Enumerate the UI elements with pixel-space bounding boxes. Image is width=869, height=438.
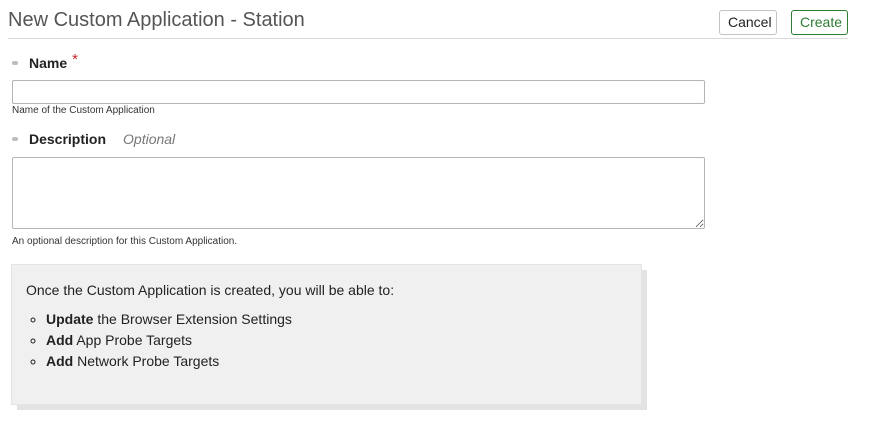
description-help-text: An optional description for this Custom … [12, 236, 238, 247]
info-intro: Once the Custom Application is created, … [26, 282, 395, 298]
collapse-dash-icon [12, 60, 18, 65]
create-button[interactable]: Create [791, 10, 848, 35]
description-textarea[interactable] [12, 157, 705, 229]
header-divider [8, 38, 848, 39]
page-title: New Custom Application - Station [8, 9, 305, 31]
cancel-button[interactable]: Cancel [719, 10, 777, 35]
info-list: Update the Browser Extension Settings Ad… [26, 311, 627, 369]
list-item-text: the Browser Extension Settings [93, 311, 292, 327]
list-item: Update the Browser Extension Settings [46, 311, 627, 327]
collapse-dash-icon [12, 137, 18, 141]
list-item: Add Network Probe Targets [46, 353, 627, 369]
list-item-action: Update [46, 311, 94, 327]
name-help-text: Name of the Custom Application [12, 105, 155, 116]
list-item: Add App Probe Targets [46, 332, 627, 348]
name-input[interactable] [12, 80, 705, 104]
required-asterisk: * [72, 51, 78, 68]
list-item-action: Add [46, 353, 74, 369]
description-label: Description [29, 131, 107, 147]
list-item-text: Network Probe Targets [73, 353, 220, 369]
info-panel: Once the Custom Application is created, … [11, 264, 642, 405]
optional-tag: Optional [123, 131, 176, 147]
name-label: Name [29, 54, 68, 71]
description-field-label: Description Optional [12, 131, 175, 147]
list-item-action: Add [46, 332, 74, 348]
name-field-label: Name * [12, 51, 78, 71]
list-item-text: App Probe Targets [73, 332, 193, 348]
